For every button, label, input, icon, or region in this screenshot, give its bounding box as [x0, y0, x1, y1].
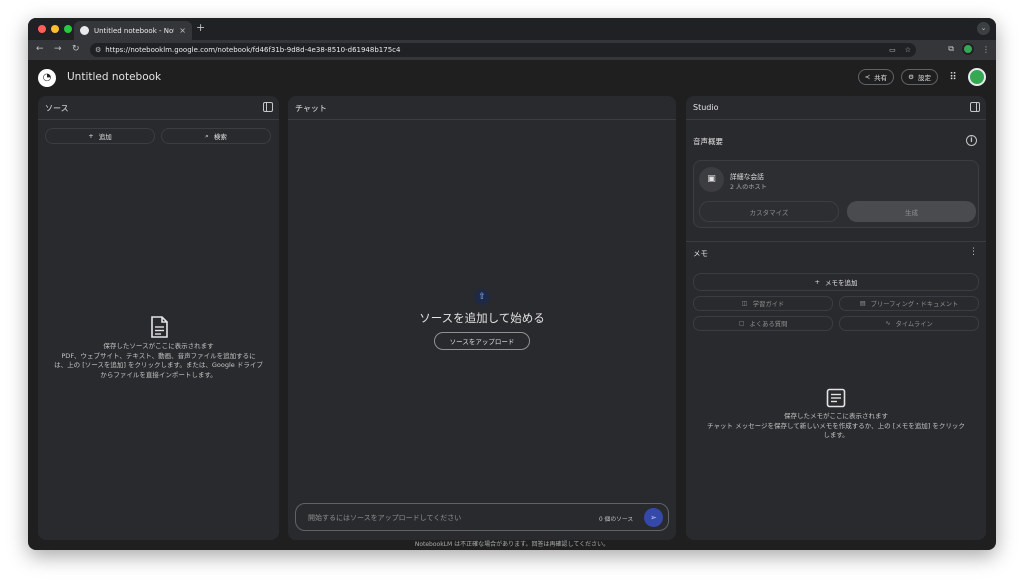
window-controls	[38, 25, 72, 33]
profile-icon[interactable]	[962, 43, 974, 55]
add-note-button[interactable]: + メモを追加	[693, 273, 979, 291]
sources-panel-header: ソース	[38, 96, 279, 120]
notes-empty-state: 保存したメモがここに表示されます チャット メッセージを保存して新しいメモを作成…	[691, 388, 981, 441]
empty-title: 保存したソースがここに表示されます	[103, 342, 214, 350]
share-button[interactable]: ≺ 共有	[857, 69, 895, 85]
app-header: ◔ Untitled notebook ≺ 共有 ⚙ 設定 ⠿	[28, 60, 996, 94]
study-guide-icon: ◫	[741, 300, 748, 307]
discover-sources-button[interactable]: ⌕ 検索	[161, 128, 271, 144]
add-source-label: 追加	[98, 133, 112, 141]
empty-line: からファイルを直接インポートします。	[100, 370, 217, 379]
empty-line: は、上の [ソースを追加] をクリックします。または、Google ドライブ	[54, 361, 263, 369]
faq-label: よくある質問	[749, 321, 788, 328]
info-icon[interactable]: i	[966, 135, 977, 146]
audio-overview-card: ▣ 詳細な会話 2 人のホスト カスタマイズ 生成	[693, 160, 979, 228]
browser-window: Untitled notebook - NotebookLM × + ⌄ ← →…	[28, 18, 996, 550]
briefing-doc-button[interactable]: ▤ ブリーフィング・ドキュメント	[839, 296, 979, 311]
reload-icon[interactable]: ↻	[72, 44, 80, 54]
gear-icon: ⚙	[908, 73, 914, 81]
briefing-doc-label: ブリーフィング・ドキュメント	[870, 301, 959, 308]
maximize-window-button[interactable]	[64, 25, 72, 33]
forward-icon[interactable]: →	[54, 44, 62, 54]
plus-icon: +	[814, 278, 820, 286]
apps-grid-icon[interactable]: ⠿	[945, 72, 961, 83]
notebooklm-favicon-icon	[80, 26, 89, 35]
bookmark-star-icon[interactable]: ☆	[905, 46, 911, 54]
tab-close-icon[interactable]: ×	[179, 26, 186, 35]
cast-icon[interactable]: ▭	[889, 46, 896, 54]
timeline-button[interactable]: ∿ タイムライン	[839, 316, 979, 331]
study-guide-button[interactable]: ◫ 学習ガイド	[693, 296, 833, 311]
collapse-panel-icon[interactable]	[263, 102, 273, 112]
divider	[686, 241, 986, 242]
address-bar[interactable]: ⚙ https://notebooklm.google.com/notebook…	[90, 43, 916, 57]
timeline-icon: ∿	[885, 320, 891, 327]
empty-title: 保存したメモがここに表示されます	[784, 412, 888, 420]
hosts-count: 2 人のホスト	[730, 184, 767, 191]
minimize-window-button[interactable]	[51, 25, 59, 33]
browser-toolbar: ← → ↻ ⚙ https://notebooklm.google.com/no…	[28, 40, 996, 60]
upload-icon: ⇧	[474, 289, 490, 305]
document-icon	[150, 316, 168, 338]
studio-panel-header: Studio	[686, 96, 986, 120]
chat-panel: チャット ⇧ ソースを追加して始める ソースをアップロード 開始するにはソースを…	[288, 96, 676, 540]
url-text[interactable]: https://notebooklm.google.com/notebook/f…	[105, 46, 400, 54]
studio-title: Studio	[693, 103, 719, 112]
tab-title: Untitled notebook - NotebookLM	[94, 26, 174, 35]
chat-panel-header: チャット	[288, 96, 676, 120]
settings-label: 設定	[918, 74, 931, 82]
faq-icon: ▢	[738, 320, 745, 327]
generate-button[interactable]: 生成	[847, 201, 976, 222]
avatar[interactable]	[968, 68, 986, 86]
sources-panel: ソース + 追加 ⌕ 検索 保存したソースがここに表示されます PDF、ウェブサ…	[38, 96, 279, 540]
browser-tab[interactable]: Untitled notebook - NotebookLM ×	[74, 21, 192, 40]
empty-line: PDF、ウェブサイト、テキスト、動画、音声ファイルを追加するに	[61, 351, 256, 360]
share-icon: ≺	[864, 73, 871, 81]
source-count: 0 個のソース	[599, 517, 634, 523]
chat-input-placeholder[interactable]: 開始するにはソースをアップロードしてください	[308, 513, 461, 523]
chat-heading: ソースを追加して始める	[419, 311, 545, 325]
add-note-label: メモを追加	[824, 279, 858, 287]
notebook-title[interactable]: Untitled notebook	[67, 71, 161, 83]
tab-search-icon[interactable]: ⌄	[977, 22, 990, 35]
site-info-icon[interactable]: ⚙	[95, 46, 101, 54]
chat-title: チャット	[295, 104, 327, 113]
briefing-doc-icon: ▤	[859, 300, 866, 307]
studio-panel: Studio 音声概要 i ▣ 詳細な会話 2 人のホスト カスタマイズ 生成 …	[686, 96, 986, 540]
new-tab-button[interactable]: +	[196, 21, 205, 34]
menu-icon[interactable]: ⋮	[982, 45, 990, 54]
speaker-icon: ▣	[699, 167, 724, 192]
share-label: 共有	[874, 74, 888, 82]
more-options-icon[interactable]: ⋮	[969, 247, 978, 257]
chat-input-box[interactable]: 開始するにはソースをアップロードしてください 0 個のソース ➢	[295, 503, 669, 531]
faq-button[interactable]: ▢ よくある質問	[693, 316, 833, 331]
conversation-type: 詳細な会話	[730, 173, 764, 181]
disclaimer-footer: NotebookLM は不正確な場合があります。回答は再確認してください。	[414, 541, 610, 548]
sources-title: ソース	[45, 104, 69, 113]
discover-label: 検索	[213, 133, 227, 141]
send-icon[interactable]: ➢	[644, 508, 663, 527]
settings-button[interactable]: ⚙ 設定	[901, 69, 938, 85]
empty-line: します。	[823, 431, 849, 439]
search-sparkle-icon: ⌕	[205, 131, 209, 140]
empty-line: チャット メッセージを保存して新しいメモを作成するか、上の [メモを追加] をク…	[707, 421, 965, 430]
notes-title: メモ	[693, 249, 708, 258]
study-guide-label: 学習ガイド	[752, 301, 785, 308]
plus-icon: +	[88, 132, 94, 140]
audio-overview-title: 音声概要	[693, 137, 723, 146]
upload-source-button[interactable]: ソースをアップロード	[434, 332, 530, 350]
extensions-icon[interactable]: ⧉	[948, 44, 954, 54]
tab-strip: Untitled notebook - NotebookLM × + ⌄	[28, 18, 996, 40]
customize-button[interactable]: カスタマイズ	[699, 201, 839, 222]
note-icon	[826, 388, 846, 408]
sources-empty-state: 保存したソースがここに表示されます PDF、ウェブサイト、テキスト、動画、音声フ…	[43, 316, 274, 380]
timeline-label: タイムライン	[895, 321, 933, 328]
add-source-button[interactable]: + 追加	[45, 128, 155, 144]
back-icon[interactable]: ←	[36, 44, 44, 54]
collapse-panel-icon[interactable]	[970, 102, 980, 112]
close-window-button[interactable]	[38, 25, 46, 33]
notebooklm-logo-icon[interactable]: ◔	[38, 69, 56, 87]
